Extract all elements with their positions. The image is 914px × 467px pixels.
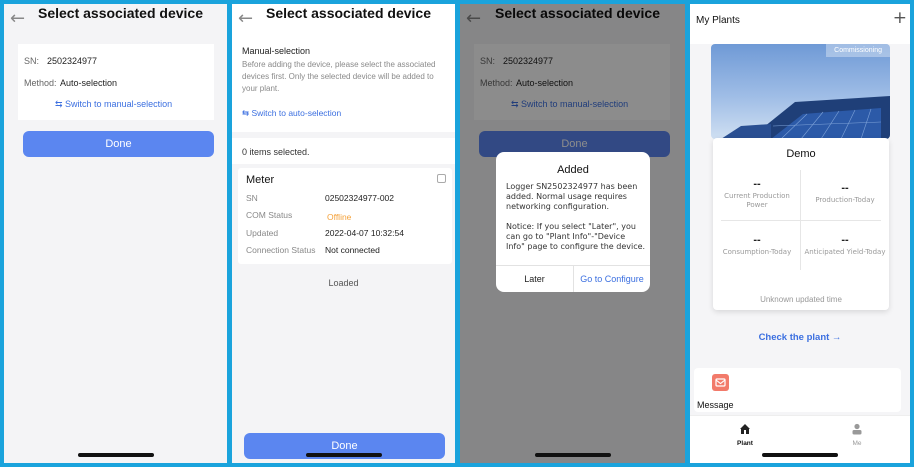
updated-label: Updated [246,228,279,238]
method-label: Method: [24,78,57,88]
com-status-label: COM Status [246,210,293,220]
back-arrow-icon[interactable]: ← [10,8,25,29]
message-label: Message [697,400,734,410]
stat-production-today: -- Production-Today [802,182,888,204]
dialog-notice: Notice: If you select "Later", you can g… [506,222,646,251]
switch-link-label: Switch to auto-selection [251,108,342,118]
tab-plant[interactable]: Plant [720,422,770,447]
page-title: My Plants [696,15,740,26]
tab-me[interactable]: Me [832,422,882,447]
page-title: Select associated device [38,5,203,21]
connection-status-value: Not connected [325,245,380,255]
manual-heading: Manual-selection [242,46,311,56]
method-value: Auto-selection [60,78,118,88]
dialog-message: Logger SN2502324977 has been added. Norm… [506,182,638,211]
home-indicator [305,453,382,457]
stat-consumption-today: -- Consumption-Today [715,234,799,256]
updated-time: Unknown updated time [760,295,842,304]
stats-divider-horizontal [721,220,881,221]
com-status-value: Offline [327,212,352,222]
sn-value: 02502324977-002 [325,193,395,203]
loaded-indicator: Loaded [328,278,359,288]
check-plant-link[interactable]: Check the plant → [690,332,910,343]
stat-label: Current Production Power [724,192,790,209]
auto-selection-screen: ← Select associated device SN: 250232497… [4,4,227,463]
status-badge: Commissioning [826,44,890,57]
stat-anticipated-yield-today: -- Anticipated Yield-Today [802,234,888,256]
person-icon [852,423,862,435]
sn-label: SN [246,193,258,203]
selection-count-bar: 0 items selected. [232,138,455,164]
stat-value: -- [841,234,849,246]
stat-label: Production-Today [815,196,875,204]
switch-icon: ⇆ [55,99,66,109]
switch-to-manual-link[interactable]: ⇆ Switch to manual-selection [55,99,172,110]
home-indicator [762,453,838,457]
done-button[interactable]: Done [23,131,214,157]
tab-label: Me [852,440,862,447]
device-checkbox[interactable] [437,174,446,183]
manual-selection-screen: ← Select associated device Manual-select… [232,4,455,463]
home-icon [740,424,750,434]
plant-name: Demo [786,148,816,160]
my-plants-screen: My Plants + Commissioning Demo -- Curren… [690,4,910,463]
switch-link-label: Switch to manual-selection [65,99,173,109]
device-info-card: SN: 2502324977 Method: Auto-selection ⇆ … [18,44,214,120]
stat-current-production-power: -- Current Production Power [715,178,799,210]
device-row-meter[interactable]: Meter SN 02502324977-002 COM Status Offl… [238,168,452,264]
dialog-title: Added [557,164,589,176]
go-to-configure-button[interactable]: Go to Configure [574,274,650,284]
switch-to-auto-link[interactable]: ⇆ Switch to auto-selection [242,108,341,119]
home-indicator [534,453,611,457]
sn-label: SN: [24,56,40,66]
plant-photo[interactable]: Commissioning [711,44,890,139]
header: My Plants + [690,4,910,44]
solar-panel-image [721,96,890,139]
sn-value: 2502324977 [47,56,98,66]
updated-value: 2022-04-07 10:32:54 [325,228,404,238]
added-dialog: Added Logger SN2502324977 has been added… [496,152,650,292]
back-arrow-icon[interactable]: ← [238,8,253,29]
device-added-screen: ← Select associated device SN: 250232497… [460,4,685,463]
stat-value: -- [841,182,849,194]
header: ← Select associated device [4,4,227,44]
home-indicator [77,453,154,457]
plant-card[interactable]: Demo -- Current Production Power -- Prod… [713,138,889,310]
add-plant-icon[interactable]: + [893,8,907,28]
manual-description: Before adding the device, please select … [242,60,436,93]
header: ← Select associated device [232,4,455,44]
selection-count: 0 items selected. [242,147,310,157]
tab-label: Plant [737,440,753,447]
message-icon [712,374,729,391]
stat-value: -- [753,234,761,246]
stat-label: Consumption-Today [722,248,792,256]
stat-label: Anticipated Yield-Today [804,248,886,256]
message-card[interactable]: Message [694,368,901,412]
connection-status-label: Connection Status [246,245,316,255]
page-title: Select associated device [266,5,431,21]
later-button[interactable]: Later [496,274,573,284]
device-name: Meter [246,174,275,186]
stat-value: -- [753,178,761,190]
manual-info-card: Manual-selection Before adding the devic… [232,42,455,132]
